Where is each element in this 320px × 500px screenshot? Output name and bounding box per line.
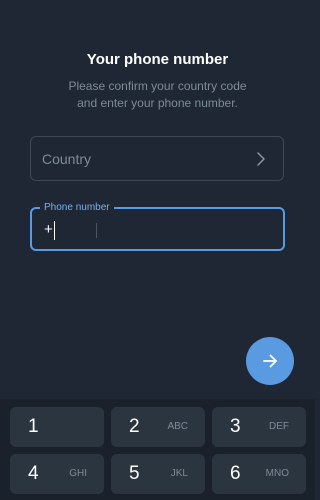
- keypad-key-1[interactable]: 1: [10, 407, 104, 447]
- code-divider: [96, 223, 97, 238]
- key-letters: JKL: [170, 468, 188, 479]
- key-digit: 6: [230, 463, 241, 484]
- country-code-prefix[interactable]: +: [44, 221, 53, 239]
- subtitle-line-1: Please confirm your country code: [68, 79, 247, 93]
- keypad-key-3[interactable]: 3 DEF: [212, 407, 306, 447]
- subtitle-line-2: and enter your phone number.: [77, 96, 238, 110]
- next-button[interactable]: [246, 337, 294, 385]
- key-letters: MNO: [265, 468, 289, 479]
- key-letters: DEF: [269, 421, 289, 432]
- keypad-key-4[interactable]: 4 GHI: [10, 454, 104, 494]
- phone-login-screen: Your phone number Please confirm your co…: [0, 0, 315, 500]
- key-digit: 2: [129, 416, 140, 437]
- key-letters: GHI: [69, 468, 87, 479]
- key-digit: 4: [28, 463, 39, 484]
- arrow-right-icon: [263, 354, 277, 368]
- numeric-keypad: 1 2 ABC 3 DEF 4 GHI 5 JKL 6 MNO: [0, 399, 315, 500]
- phone-number-field[interactable]: Phone number +: [30, 201, 285, 251]
- page-title: Your phone number: [86, 51, 229, 68]
- chevron-right-icon: [257, 152, 265, 166]
- keypad-key-6[interactable]: 6 MNO: [212, 454, 306, 494]
- key-digit: 1: [28, 416, 39, 437]
- key-letters: ABC: [167, 421, 188, 432]
- keypad-key-2[interactable]: 2 ABC: [111, 407, 205, 447]
- key-digit: 3: [230, 416, 241, 437]
- phone-number-label: Phone number: [40, 201, 114, 215]
- page-subtitle: Please confirm your country code and ent…: [0, 78, 315, 112]
- key-digit: 5: [129, 463, 140, 484]
- text-cursor: [54, 221, 55, 240]
- country-selector[interactable]: Country: [30, 136, 284, 181]
- keypad-key-5[interactable]: 5 JKL: [111, 454, 205, 494]
- country-placeholder: Country: [42, 151, 92, 167]
